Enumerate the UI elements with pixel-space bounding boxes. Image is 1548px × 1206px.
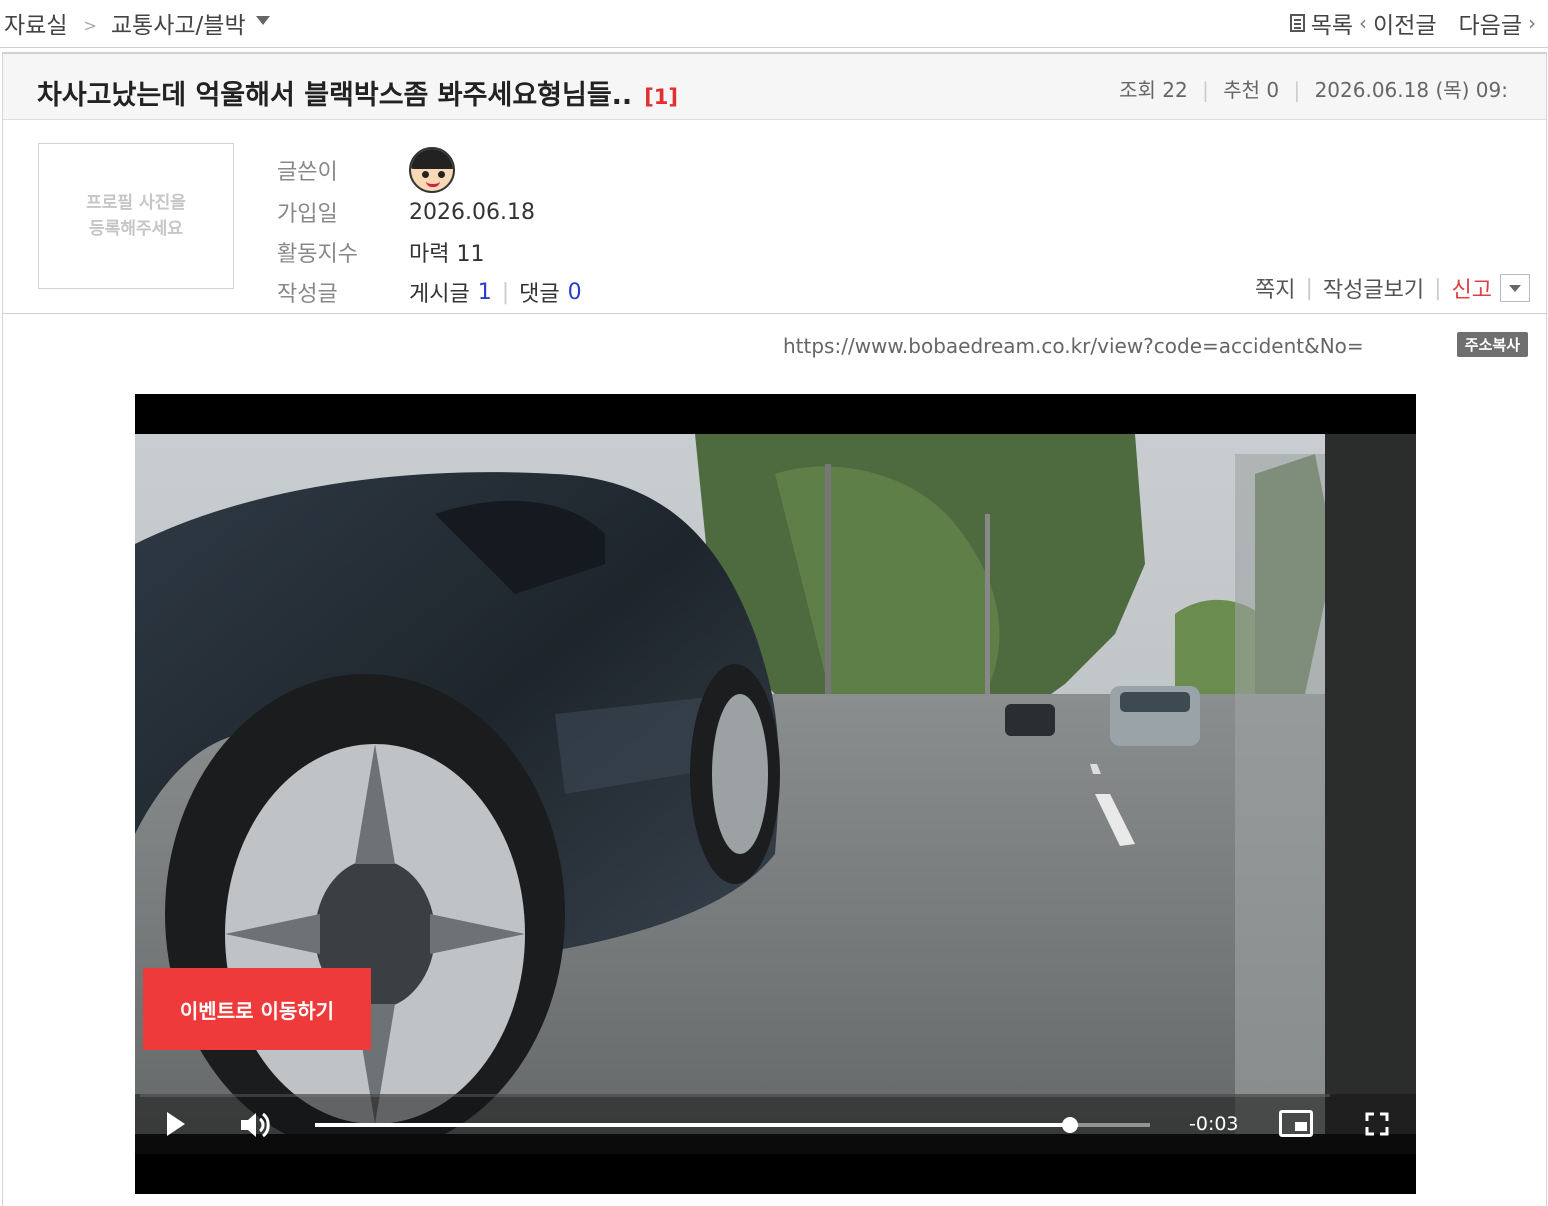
joined-label: 가입일 [277,202,338,227]
post-url: https://www.bobaedream.co.kr/view?code=a… [783,334,1364,358]
views-count: 22 [1162,78,1188,102]
breadcrumb-separator: > [83,15,97,35]
posts-label[interactable]: 게시글 [409,276,470,308]
post-title-bar: 차사고났는데 억울해서 블랙박스좀 봐주세요형님들.. [1] 조회 22 | 추… [3,54,1546,120]
volume-icon[interactable] [239,1110,273,1140]
post-datetime: 2026.06.18 (목) 09: [1314,78,1508,102]
post-title-text: 차사고났는데 억울해서 블랙박스좀 봐주세요형님들.. [37,80,633,111]
picture-in-picture-icon[interactable] [1279,1110,1313,1137]
report-button[interactable]: 신고 [1452,272,1492,304]
chevron-right-icon: › [1528,11,1536,35]
progress-handle[interactable] [1061,1117,1078,1133]
photo-placeholder-line2: 등록해주세요 [89,219,183,239]
top-bar: 자료실 > 교통사고/블박 목록 ‹ 이전글 다음글 › [0,0,1548,48]
recommend-label: 추천 [1223,78,1261,102]
comments-label[interactable]: 댓글 [519,276,559,308]
breadcrumb-category[interactable]: 교통사고/블박 [111,6,246,40]
recommend-count: 0 [1266,78,1280,102]
post-title: 차사고났는데 억울해서 블랙박스좀 봐주세요형님들.. [1] [37,73,678,112]
views-label: 조회 [1119,78,1156,102]
video-player[interactable]: 이벤트로 이동하기 -0:03 [135,394,1416,1194]
photo-placeholder-line1: 프로필 사진을 [86,193,186,213]
profile-photo-placeholder: 프로필 사진을 등록해주세요 [38,143,234,289]
video-controls: -0:03 [135,1094,1416,1154]
breadcrumb: 자료실 > 교통사고/블박 [4,6,270,40]
next-post-button[interactable]: 다음글 [1459,6,1522,40]
go-to-event-button[interactable]: 이벤트로 이동하기 [143,968,371,1050]
prev-post-button[interactable]: 이전글 [1373,6,1436,40]
posts-count[interactable]: 1 [478,280,492,305]
activity-label: 활동지수 [277,242,358,267]
post-meta: 조회 22 | 추천 0 | 2026.06.18 (목) 09: [1119,78,1508,102]
author-details: 글쓴이 가입일 2026.06.18 활동지수 마력 11 작성글 게시글 1 [277,147,582,312]
more-dropdown-icon[interactable] [1500,274,1530,302]
chevron-left-icon: ‹ [1359,11,1368,35]
time-remaining: -0:03 [1189,1113,1239,1135]
list-button[interactable]: 목록 [1311,6,1353,40]
list-icon [1289,14,1305,32]
message-button[interactable]: 쪽지 [1255,272,1295,304]
written-label: 작성글 [277,282,338,307]
post-navigation: 목록 ‹ 이전글 다음글 › [1289,6,1542,40]
activity-value: 마력 11 [409,242,485,267]
progress-bar[interactable] [315,1117,1150,1133]
copy-url-button[interactable]: 주소복사 [1456,332,1528,357]
writer-label: 글쓴이 [277,160,338,185]
comment-count[interactable]: [1] [644,85,678,109]
url-line: https://www.bobaedream.co.kr/view?code=a… [3,330,1546,364]
author-info: 프로필 사진을 등록해주세요 글쓴이 가입일 2026.06.18 활동지수 마… [3,120,1546,314]
fullscreen-icon[interactable] [1365,1112,1389,1136]
joined-date: 2026.06.18 [409,199,535,225]
caret-down-icon[interactable] [255,15,270,25]
breadcrumb-root[interactable]: 자료실 [4,6,67,40]
comments-count[interactable]: 0 [568,280,582,305]
view-posts-button[interactable]: 작성글보기 [1323,272,1424,304]
author-actions: 쪽지 | 작성글보기 | 신고 [1255,272,1530,304]
avatar[interactable] [409,147,455,193]
progress-fill [315,1123,1070,1127]
play-icon[interactable] [167,1112,185,1136]
